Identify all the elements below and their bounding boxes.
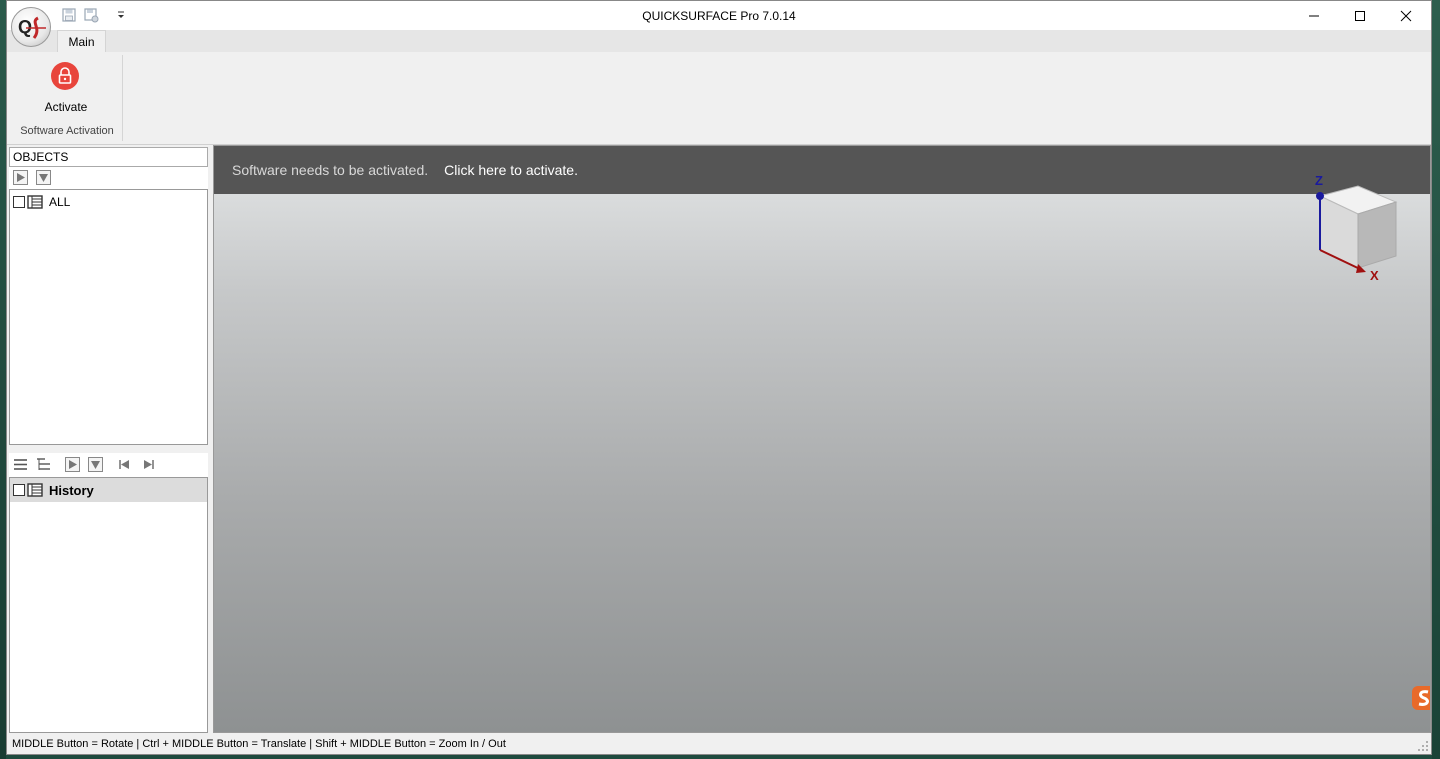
view-cube-icon[interactable]: Z X [1304,172,1404,292]
maximize-icon[interactable] [1337,1,1383,30]
minimize-icon[interactable] [1291,1,1337,30]
ribbon-tab-strip: Main [7,30,1431,52]
activate-label: Activate [44,100,88,114]
history-header[interactable]: History [10,478,207,502]
activate-link[interactable]: Click here to activate. [444,162,578,178]
tree-item-all[interactable]: ALL [13,194,70,210]
objects-tree[interactable]: ALL [9,189,208,445]
list-icon[interactable] [13,457,28,472]
filter-icon[interactable] [88,457,103,472]
activate-button[interactable]: Activate [35,60,97,114]
history-panel[interactable]: History [9,477,208,733]
tree-item-label: ALL [49,195,71,209]
layer-stack-icon [27,483,43,497]
ribbon-group-software-activation: Activate Software Activation [11,55,123,141]
tree-icon[interactable] [36,457,51,472]
resize-grip-icon[interactable] [1415,738,1429,752]
history-title: History [49,482,94,498]
status-text: MIDDLE Button = Rotate | Ctrl + MIDDLE B… [12,738,506,750]
status-bar: MIDDLE Button = Rotate | Ctrl + MIDDLE B… [7,734,1431,754]
layer-stack-icon [27,195,43,209]
activation-banner: Software needs to be activated. Click he… [214,146,1430,194]
filter-icon[interactable] [36,170,51,185]
first-icon[interactable] [117,457,132,472]
window-title: QUICKSURFACE Pro 7.0.14 [642,9,796,23]
history-toolbar [9,453,208,477]
play-icon[interactable] [65,457,80,472]
tree-item-checkbox[interactable] [13,196,25,208]
app-window: QUICKSURFACE Pro 7.0.14 Q Main Activate … [6,0,1432,755]
objects-panel-header: OBJECTS [9,147,208,167]
history-checkbox[interactable] [13,484,25,496]
lock-icon [51,62,79,90]
title-bar[interactable]: QUICKSURFACE Pro 7.0.14 [7,1,1431,30]
desktop-background-right [1432,0,1440,759]
axis-z-label: Z [1315,173,1323,188]
objects-toolbar [9,167,208,189]
last-icon[interactable] [141,457,156,472]
group-label: Software Activation [20,125,114,137]
side-badge-icon[interactable] [1410,684,1430,712]
axis-x-label: X [1370,268,1379,283]
svg-text:Q: Q [18,17,32,37]
app-logo-icon[interactable]: Q [11,7,51,47]
close-icon[interactable] [1383,1,1429,30]
ribbon: Activate Software Activation [7,52,1431,145]
tab-main[interactable]: Main [57,30,106,52]
3d-viewport[interactable]: Software needs to be activated. Click he… [213,145,1431,733]
play-icon[interactable] [13,170,28,185]
banner-message: Software needs to be activated. [232,162,429,178]
